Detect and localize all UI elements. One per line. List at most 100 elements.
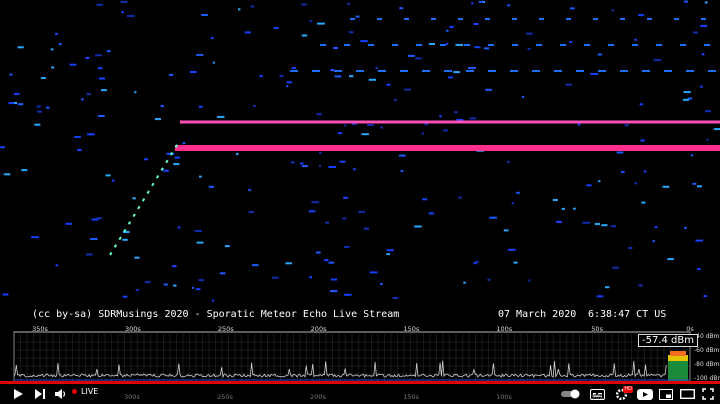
noise-dot — [50, 48, 54, 51]
noise-dot — [348, 31, 354, 34]
noise-dot — [653, 59, 662, 62]
noise-dot — [122, 295, 128, 298]
noise-dot — [355, 15, 360, 18]
noise-dot — [697, 268, 701, 270]
noise-dot — [97, 115, 105, 117]
noise-dot — [652, 240, 655, 243]
noise-dot — [507, 4, 511, 7]
noise-dot — [106, 50, 111, 53]
noise-dot — [81, 98, 84, 101]
bottom-time-axis: 300s 250s 200s 150s 100s 50s — [124, 393, 603, 401]
noise-dot — [101, 89, 107, 92]
noise-dot — [697, 185, 702, 188]
noise-dot — [347, 2, 351, 5]
noise-dot — [393, 99, 397, 102]
time-tick-label: 200s — [311, 325, 327, 333]
noise-dot — [620, 170, 625, 173]
noise-dot — [392, 297, 399, 299]
noise-dot — [190, 71, 197, 73]
noise-dot — [638, 284, 643, 287]
noise-dot — [238, 8, 241, 11]
noise-dot — [700, 24, 708, 27]
noise-dot — [301, 165, 308, 168]
noise-dot — [577, 123, 581, 126]
noise-dot — [65, 222, 72, 225]
noise-dot — [17, 46, 24, 49]
level-bar-green — [668, 360, 688, 382]
noise-dot — [134, 91, 137, 94]
noise-dot — [308, 210, 316, 213]
noise-dot — [468, 67, 476, 69]
noise-dot — [134, 256, 140, 259]
noise-dot — [135, 289, 139, 291]
noise-dot — [690, 154, 693, 157]
noise-dot — [654, 226, 658, 228]
noise-dot — [54, 32, 58, 35]
noise-dot — [473, 262, 477, 265]
noise-dot — [363, 227, 370, 230]
noise-dot — [309, 20, 313, 23]
noise-dot — [69, 63, 77, 66]
noise-dot — [582, 221, 590, 224]
noise-dot — [290, 161, 295, 164]
spectrum-history-panel: 350s 300s 250s 200s 150s 100s 50s 0s -40 dBm-60… — [13, 325, 720, 382]
noise-dot — [428, 43, 435, 45]
noise-dot — [126, 15, 135, 17]
noise-dot — [605, 286, 610, 289]
noise-dot — [415, 57, 422, 60]
noise-dot — [375, 67, 378, 70]
noise-dot — [252, 264, 259, 267]
noise-dot — [309, 276, 313, 279]
noise-dot — [439, 115, 442, 118]
dbm-tick-label: -60 dBm — [694, 347, 720, 354]
noise-dot — [174, 156, 181, 159]
noise-dot — [628, 247, 633, 249]
noise-dot — [177, 226, 181, 229]
level-bar-orange — [670, 351, 686, 356]
noise-dot — [483, 47, 490, 50]
noise-dot — [248, 211, 254, 214]
noise-dot — [561, 207, 565, 210]
noise-dot — [132, 197, 136, 200]
noise-dot — [85, 57, 90, 59]
noise-dot — [58, 43, 62, 46]
time-tick-label: 150s — [404, 325, 420, 333]
noise-dot — [212, 61, 215, 64]
noise-dot — [704, 1, 708, 4]
noise-dot — [407, 54, 415, 57]
noise-dot — [224, 245, 230, 248]
video-player[interactable]: (cc by-sa) SDRMusings 2020 - Sporatic Me… — [0, 0, 720, 404]
noise-dot — [526, 32, 533, 35]
noise-dot — [2, 293, 9, 296]
noise-dot — [95, 54, 102, 57]
noise-dot — [343, 196, 349, 199]
noise-dot — [662, 185, 670, 188]
noise-dot — [316, 251, 321, 254]
noise-dot — [323, 259, 329, 262]
noise-dot — [594, 223, 600, 225]
noise-dot — [344, 293, 352, 296]
noise-dot — [565, 83, 572, 86]
noise-dot — [192, 286, 194, 289]
noise-dot — [168, 73, 174, 76]
noise-dot — [414, 225, 422, 228]
noise-dot — [160, 105, 164, 108]
noise-dot — [507, 248, 516, 251]
noise-dot — [446, 42, 449, 45]
noise-dot — [0, 146, 5, 149]
time-tick-label: 0s — [686, 325, 694, 333]
noise-dot — [301, 3, 307, 6]
bottom-time-tick-label: 100s — [496, 393, 512, 401]
noise-dot — [503, 229, 509, 232]
noise-dot — [399, 7, 404, 10]
noise-dot — [344, 124, 347, 127]
noise-dot — [210, 37, 214, 40]
noise-dot — [171, 265, 177, 268]
noise-dot — [487, 278, 491, 281]
noise-dot — [87, 133, 95, 136]
noise-dot — [55, 264, 59, 267]
noise-dot — [244, 31, 251, 34]
noise-dot — [286, 85, 289, 88]
time-tick-label: 100s — [496, 325, 512, 333]
noise-dot — [331, 278, 337, 281]
